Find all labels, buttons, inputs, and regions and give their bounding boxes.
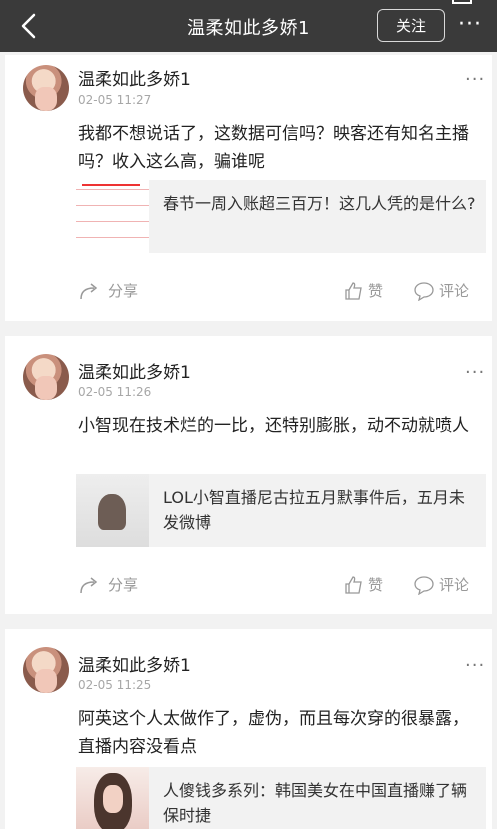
corner-icon	[452, 0, 472, 4]
person-thumbnail	[76, 474, 149, 547]
share-button[interactable]: 分享	[78, 280, 138, 301]
post-more-button[interactable]: ···	[465, 69, 485, 90]
avatar[interactable]	[23, 354, 69, 400]
author-name[interactable]: 温柔如此多娇1	[78, 358, 191, 383]
like-label: 赞	[368, 282, 384, 300]
share-icon	[80, 576, 98, 593]
avatar[interactable]	[23, 65, 69, 111]
comment-icon	[414, 281, 434, 301]
post-time: 02-05 11:25	[78, 678, 152, 692]
link-preview[interactable]: 春节一周入账超三百万！这几人凭的是什么?	[76, 180, 486, 253]
post-text: 阿英这个人太做作了，虚伪，而且每次穿的很暴露，直播内容没看点	[78, 709, 469, 757]
document-thumbnail	[76, 180, 149, 253]
like-button[interactable]: 赞	[344, 574, 383, 595]
avatar[interactable]	[23, 647, 69, 693]
action-bar: 分享 赞 评论	[5, 570, 492, 600]
girl-thumbnail	[76, 767, 149, 829]
link-title: 人傻钱多系列：韩国美女在中国直播赚了辆保时捷	[163, 781, 468, 825]
link-title: LOL小智直播尼古拉五月默事件后，五月未发微博	[163, 488, 465, 532]
link-title: 春节一周入账超三百万！这几人凭的是什么?	[163, 194, 476, 213]
thumbs-up-icon	[345, 575, 362, 594]
more-options-button[interactable]: ···	[458, 12, 482, 37]
follow-button[interactable]: 关注	[377, 9, 445, 42]
link-preview[interactable]: LOL小智直播尼古拉五月默事件后，五月未发微博	[76, 474, 486, 547]
comment-label: 评论	[439, 576, 470, 594]
like-label: 赞	[368, 576, 384, 594]
author-name[interactable]: 温柔如此多娇1	[78, 65, 191, 90]
share-icon	[80, 282, 98, 299]
share-label: 分享	[108, 282, 139, 300]
link-preview[interactable]: 人傻钱多系列：韩国美女在中国直播赚了辆保时捷	[76, 767, 486, 829]
top-navigation-bar: 温柔如此多娇1 关注 ···	[0, 0, 497, 52]
comment-button[interactable]: 评论	[413, 280, 469, 301]
author-name[interactable]: 温柔如此多娇1	[78, 651, 191, 676]
post-card: 温柔如此多娇1 02-05 11:26 ··· 小智现在技术烂的一比，还特别膨胀…	[5, 336, 492, 614]
post-time: 02-05 11:26	[78, 385, 152, 399]
share-label: 分享	[108, 576, 139, 594]
action-bar: 分享 赞 评论	[5, 276, 492, 306]
like-button[interactable]: 赞	[344, 280, 383, 301]
share-button[interactable]: 分享	[78, 574, 138, 595]
comment-button[interactable]: 评论	[413, 574, 469, 595]
post-card: 温柔如此多娇1 02-05 11:25 ··· 阿英这个人太做作了，虚伪，而且每…	[5, 629, 492, 829]
thumbs-up-icon	[345, 281, 362, 300]
post-more-button[interactable]: ···	[465, 362, 485, 383]
post-more-button[interactable]: ···	[465, 655, 485, 676]
post-text: 小智现在技术烂的一比，还特别膨胀，动不动就喷人	[78, 416, 469, 436]
post-text: 我都不想说话了，这数据可信吗？映客还有知名主播吗？收入这么高，骗谁呢	[78, 124, 469, 172]
comment-label: 评论	[439, 282, 470, 300]
post-time: 02-05 11:27	[78, 93, 152, 107]
post-card: 温柔如此多娇1 02-05 11:27 ··· 我都不想说话了，这数据可信吗？映…	[5, 55, 492, 321]
comment-icon	[414, 575, 434, 595]
